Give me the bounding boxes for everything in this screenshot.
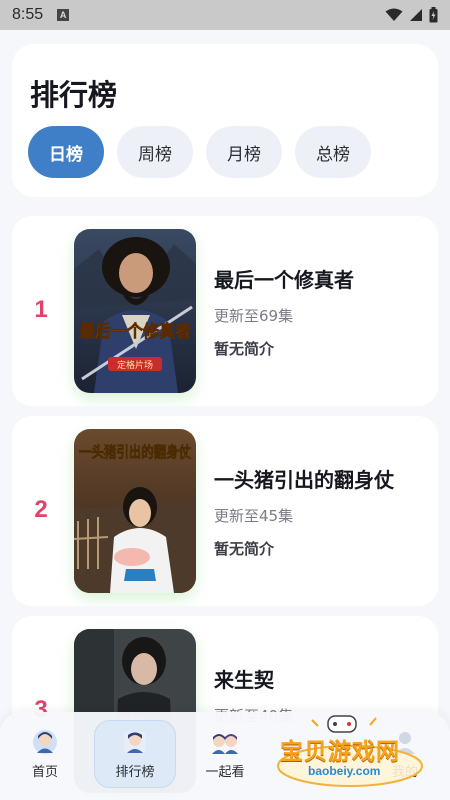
wifi-icon: [385, 8, 403, 21]
signal-icon: [410, 9, 422, 21]
drama-info: 最后一个修真者 更新至69集 暂无简介: [214, 264, 354, 359]
cover-title-text: 最后一个修真者: [79, 321, 191, 342]
tab-overall[interactable]: 总榜: [295, 126, 371, 178]
page-title: 排行榜: [30, 78, 118, 112]
drama-title[interactable]: 最后一个修真者: [214, 264, 354, 293]
list-item[interactable]: 1 最后一个修真者 定格片场 最后一个修真者 更新至69集 暂无简介: [12, 216, 438, 406]
status-time: 8:55: [12, 6, 44, 23]
status-bar: 8:55 A: [0, 0, 450, 30]
nav-watch-together[interactable]: 一起看: [184, 720, 266, 788]
watch-together-icon: [212, 733, 238, 754]
rank-number: 2: [34, 496, 48, 523]
tab-weekly[interactable]: 周榜: [117, 126, 193, 178]
drama-title[interactable]: 来生契: [214, 664, 293, 693]
drama-info: 一头猪引出的翻身仗 更新至45集 暂无简介: [214, 464, 394, 559]
episode-update: 更新至69集: [214, 307, 294, 325]
cover-title-text: 一头猪引出的翻身仗: [79, 443, 192, 461]
gamepad-icon: [327, 715, 357, 733]
nav-label-watch-together: 一起看: [205, 764, 245, 780]
nav-home[interactable]: 首页: [4, 720, 86, 788]
battery-icon: [429, 7, 438, 23]
tab-monthly[interactable]: 月榜: [206, 126, 282, 178]
watermark-text: 宝贝游戏网: [280, 739, 400, 765]
drama-cover-image[interactable]: 最后一个修真者 定格片场: [74, 229, 196, 393]
rank-number: 1: [34, 296, 48, 323]
notification-a-icon: A: [57, 9, 70, 21]
ranking-header-card: 排行榜 日榜 周榜 月榜 总榜: [12, 44, 438, 197]
cover-subtitle-text: 定格片场: [117, 359, 153, 371]
nav-label-home: 首页: [31, 764, 58, 780]
ranking-avatar-icon: [124, 731, 146, 753]
home-avatar-icon: [33, 729, 57, 754]
watermark-url: baobeiy.com: [308, 764, 381, 778]
drama-summary: 暂无简介: [214, 540, 275, 558]
drama-cover-image[interactable]: 一头猪引出的翻身仗: [74, 429, 196, 593]
status-icons: [385, 7, 438, 23]
drama-summary: 暂无简介: [214, 340, 275, 358]
episode-update: 更新至45集: [214, 507, 294, 525]
site-watermark: 宝贝游戏网 baobeiy.com: [272, 712, 432, 792]
drama-title[interactable]: 一头猪引出的翻身仗: [214, 464, 394, 493]
nav-label-ranking: 排行榜: [115, 764, 155, 780]
nav-ranking[interactable]: 排行榜: [94, 720, 176, 788]
list-item[interactable]: 2 一头猪引出的翻身仗 一头猪引出的翻身仗 更新至45集 暂无简介: [12, 416, 438, 606]
tab-daily[interactable]: 日榜: [28, 126, 104, 178]
ranking-tabs: 日榜 周榜 月榜 总榜: [28, 126, 371, 178]
